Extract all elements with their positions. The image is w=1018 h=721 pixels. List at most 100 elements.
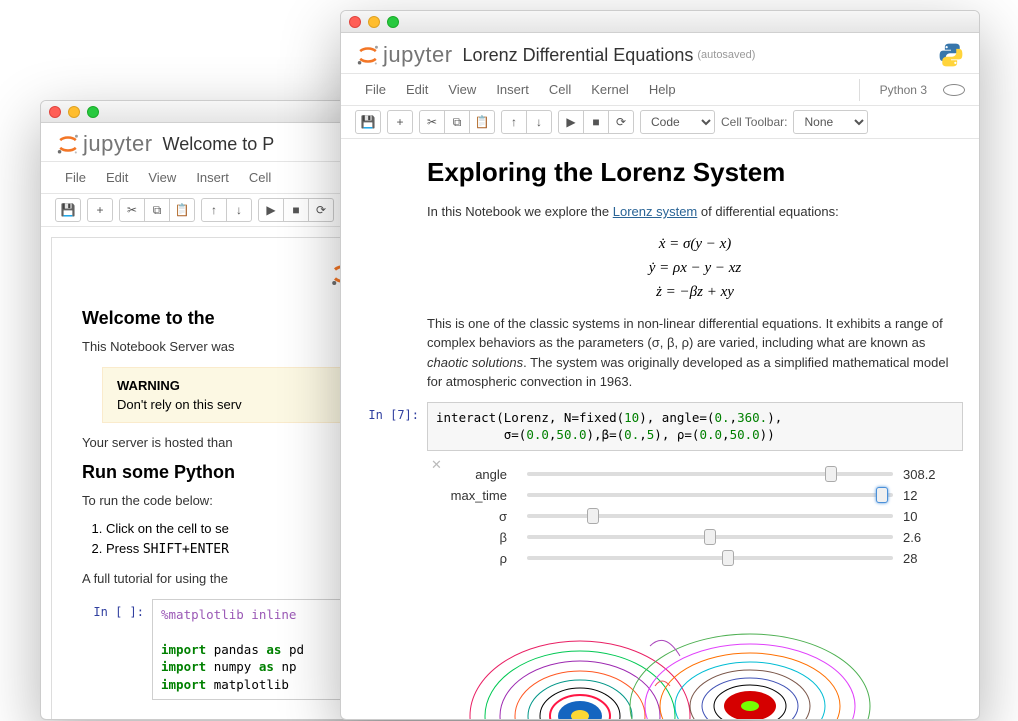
menu-kernel[interactable]: Kernel [581, 78, 639, 101]
celltype-select[interactable]: Code [640, 110, 715, 134]
cut-icon[interactable]: ✂ [119, 198, 145, 222]
move-down-icon[interactable]: ↓ [526, 110, 552, 134]
slider-thumb[interactable] [825, 466, 837, 482]
move-down-icon[interactable]: ↓ [226, 198, 252, 222]
menu-edit[interactable]: Edit [396, 78, 438, 101]
menu-help[interactable]: Help [639, 78, 686, 101]
menubar: File Edit View Insert Cell Kernel Help P… [341, 74, 979, 106]
restart-icon[interactable]: ⟳ [608, 110, 634, 134]
zoom-button[interactable] [87, 106, 99, 118]
kernel-indicator: Python 3 [859, 79, 965, 101]
traffic-lights [49, 106, 99, 118]
jupyter-text: jupyter [383, 42, 453, 68]
slider-track[interactable] [527, 514, 893, 518]
autosaved-label: (autosaved) [697, 49, 755, 61]
equations: ẋ = σ(y − x) ẏ = ρx − y − xz ż = −βz + x… [427, 232, 963, 304]
move-up-icon[interactable]: ↑ [201, 198, 227, 222]
widget-label: ρ [447, 551, 517, 566]
add-cell-icon[interactable]: + [387, 110, 413, 134]
save-icon[interactable]: 💾 [55, 198, 81, 222]
traffic-lights [349, 16, 399, 28]
widget-value: 2.6 [903, 530, 943, 545]
run-icon[interactable]: ▶ [558, 110, 584, 134]
warning-body: Don't rely on this serv [117, 397, 242, 412]
front-window: jupyter Lorenz Differential Equations (a… [340, 10, 980, 720]
toolbar: 💾 + ✂ ⧉ 📋 ↑ ↓ ▶ ■ ⟳ Code Cell Toolbar: N… [341, 106, 979, 139]
slider-track[interactable] [527, 535, 893, 539]
cut-icon[interactable]: ✂ [419, 110, 445, 134]
widget-value: 28 [903, 551, 943, 566]
widget-output: ✕ angle 308.2 max_time 12 σ 10 β 2.6 ρ 28 [427, 451, 963, 582]
jupyter-icon [355, 42, 381, 68]
zoom-button[interactable] [387, 16, 399, 28]
python-logo-icon [937, 41, 965, 69]
menu-file[interactable]: File [55, 166, 96, 189]
widget-row: ρ 28 [447, 551, 943, 566]
slider-track[interactable] [527, 493, 893, 497]
slider-track[interactable] [527, 556, 893, 560]
minimize-button[interactable] [68, 106, 80, 118]
cell-toolbar-select[interactable]: None [793, 110, 868, 134]
slider-thumb[interactable] [704, 529, 716, 545]
lorenz-link[interactable]: Lorenz system [613, 204, 698, 219]
widget-label: σ [447, 509, 517, 524]
jupyter-icon [55, 131, 81, 157]
slider-track[interactable] [527, 472, 893, 476]
paragraph: This is one of the classic systems in no… [427, 314, 963, 392]
menu-edit[interactable]: Edit [96, 166, 138, 189]
move-up-icon[interactable]: ↑ [501, 110, 527, 134]
kernel-name: Python 3 [870, 79, 937, 101]
paste-icon[interactable]: 📋 [169, 198, 195, 222]
code-cell[interactable]: In [7]: interact(Lorenz, N=fixed(10), an… [357, 402, 963, 451]
header: jupyter Lorenz Differential Equations (a… [341, 33, 979, 74]
slider-thumb[interactable] [876, 487, 888, 503]
titlebar [341, 11, 979, 33]
code-input[interactable]: interact(Lorenz, N=fixed(10), angle=(0.,… [427, 402, 963, 451]
notebook-name[interactable]: Welcome to P [163, 134, 275, 155]
widget-row: β 2.6 [447, 530, 943, 545]
widget-value: 10 [903, 509, 943, 524]
menu-file[interactable]: File [355, 78, 396, 101]
lorenz-attractor-plot [357, 586, 963, 721]
page-title: Exploring the Lorenz System [427, 157, 963, 188]
copy-icon[interactable]: ⧉ [444, 110, 470, 134]
stop-icon[interactable]: ■ [283, 198, 309, 222]
copy-icon[interactable]: ⧉ [144, 198, 170, 222]
add-cell-icon[interactable]: + [87, 198, 113, 222]
widget-label: angle [447, 467, 517, 482]
notebook-name[interactable]: Lorenz Differential Equations [463, 45, 694, 66]
stop-icon[interactable]: ■ [583, 110, 609, 134]
widget-value: 308.2 [903, 467, 943, 482]
input-prompt: In [7]: [357, 402, 427, 451]
notebook-content: Exploring the Lorenz System In this Note… [341, 139, 979, 720]
input-prompt: In [ ]: [82, 599, 152, 701]
widget-row: σ 10 [447, 509, 943, 524]
widget-label: β [447, 530, 517, 545]
menu-cell[interactable]: Cell [239, 166, 281, 189]
save-icon[interactable]: 💾 [355, 110, 381, 134]
close-button[interactable] [49, 106, 61, 118]
widget-row: angle 308.2 [447, 467, 943, 482]
close-button[interactable] [349, 16, 361, 28]
restart-icon[interactable]: ⟳ [308, 198, 334, 222]
jupyter-logo: jupyter [55, 131, 153, 157]
cell-toolbar-label: Cell Toolbar: [721, 115, 787, 129]
menu-cell[interactable]: Cell [539, 78, 581, 101]
jupyter-logo: jupyter [355, 42, 453, 68]
close-icon[interactable]: ✕ [431, 457, 442, 473]
slider-thumb[interactable] [587, 508, 599, 524]
run-icon[interactable]: ▶ [258, 198, 284, 222]
paragraph: In this Notebook we explore the Lorenz s… [427, 202, 963, 222]
slider-thumb[interactable] [722, 550, 734, 566]
widget-row: max_time 12 [447, 488, 943, 503]
kernel-status-icon [943, 84, 965, 96]
menu-view[interactable]: View [438, 78, 486, 101]
widget-label: max_time [447, 488, 517, 503]
widget-value: 12 [903, 488, 943, 503]
jupyter-text: jupyter [83, 131, 153, 157]
menu-insert[interactable]: Insert [186, 166, 239, 189]
menu-view[interactable]: View [138, 166, 186, 189]
menu-insert[interactable]: Insert [486, 78, 539, 101]
minimize-button[interactable] [368, 16, 380, 28]
paste-icon[interactable]: 📋 [469, 110, 495, 134]
